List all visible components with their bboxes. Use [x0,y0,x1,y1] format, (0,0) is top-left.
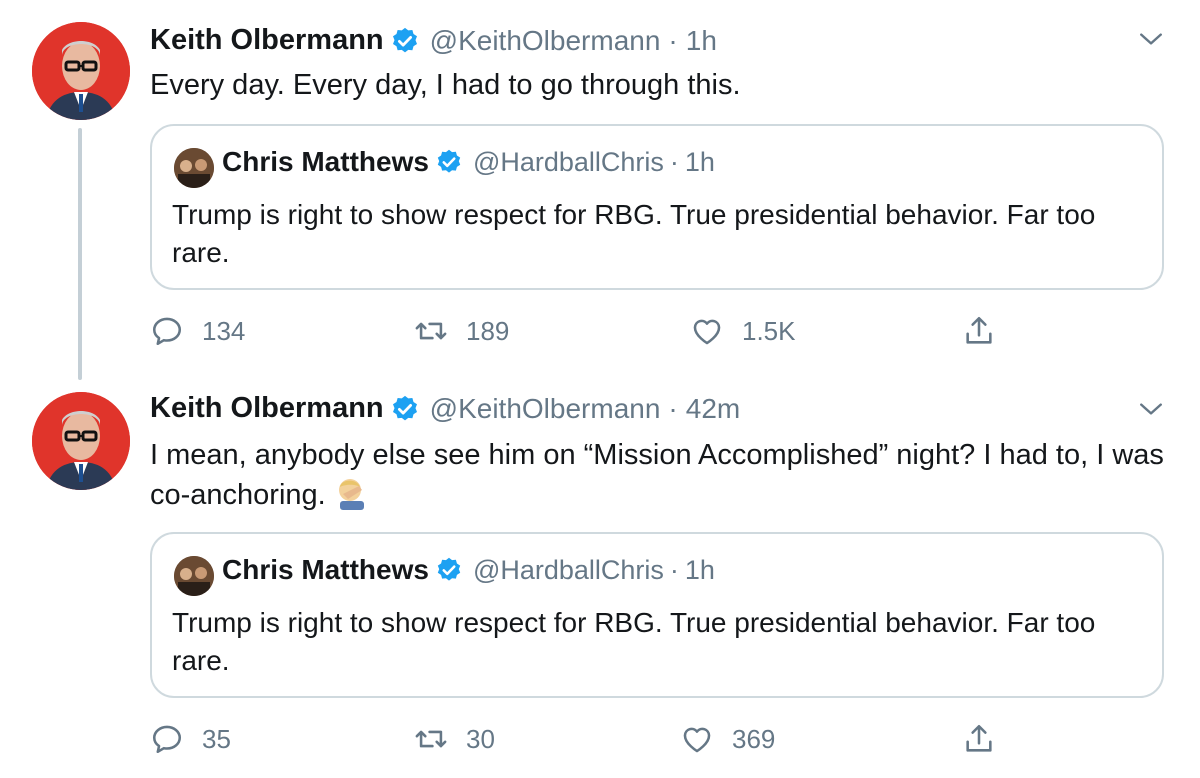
tweet-text: I mean, anybody else see him on “Mission… [150,439,1164,511]
like-count: 369 [732,723,776,754]
quoted-separator: · [669,146,679,177]
quoted-separator: · [669,554,679,585]
quoted-author-handle: @HardballChris [472,146,664,177]
chevron-down-icon[interactable] [1138,26,1164,52]
chevron-down-icon[interactable] [1138,396,1164,422]
tweet-timestamp[interactable]: 42m [686,393,740,425]
quoted-text: Trump is right to show respect for RBG. … [172,607,1096,676]
share-icon [966,724,992,752]
heart-icon [683,727,711,753]
author-handle[interactable]: @KeithOlbermann [430,25,661,57]
quoted-timestamp: 1h [684,146,715,177]
quoted-text: Trump is right to show respect for RBG. … [172,199,1096,268]
quoted-avatar [174,148,214,188]
quoted-author-name: Chris Matthews [222,554,429,585]
retweet-icon [415,730,447,748]
avatar[interactable] [32,392,130,490]
like-button[interactable]: 1.5K [690,314,796,348]
share-button[interactable] [962,314,996,348]
quoted-header: Chris Matthews @HardballChris · 1h [222,146,715,178]
author-name[interactable]: Keith Olbermann [150,24,384,57]
tweet-text-container: I mean, anybody else see him on “Mission… [150,436,1170,514]
retweet-count: 30 [466,723,495,754]
quoted-avatar [174,556,214,596]
reply-button[interactable]: 134 [150,314,245,348]
tweet-timestamp[interactable]: 1h [686,25,717,57]
reply-icon [152,317,182,346]
reply-icon [152,725,182,754]
verified-badge-icon [392,27,417,52]
quoted-timestamp: 1h [684,554,715,585]
tweet[interactable]: Keith Olbermann @KeithOlbermann · 42m I … [0,388,1200,778]
quoted-tweet[interactable]: Chris Matthews @HardballChris · 1h Trump… [150,124,1164,290]
author-handle[interactable]: @KeithOlbermann [430,393,661,425]
verified-badge-icon [437,149,461,173]
avatar[interactable] [32,22,130,120]
quoted-author-handle: @HardballChris [472,554,664,585]
reply-count: 35 [202,723,231,754]
quoted-tweet[interactable]: Chris Matthews @HardballChris · 1h Trump… [150,532,1164,698]
reply-count: 134 [202,315,246,346]
verified-badge-icon [437,557,461,581]
tweet-actions: 35 30 369 [150,722,1050,762]
retweet-button[interactable]: 30 [414,722,495,756]
verified-badge-icon [392,395,417,420]
tweet-header: Keith Olbermann @KeithOlbermann · 1h [150,24,717,57]
tweet[interactable]: Keith Olbermann @KeithOlbermann · 1h Eve… [0,0,1200,390]
share-icon [966,316,992,344]
like-button[interactable]: 369 [680,722,775,756]
tweet-text: Every day. Every day, I had to go throug… [150,69,741,101]
header-separator: · [668,24,678,56]
retweet-button[interactable]: 189 [414,314,509,348]
like-count: 1.5K [742,315,796,346]
face-palm-emoji [338,479,364,510]
header-separator: · [668,392,678,424]
share-button[interactable] [962,722,996,756]
author-name[interactable]: Keith Olbermann [150,392,384,425]
tweet-header: Keith Olbermann @KeithOlbermann · 42m [150,392,740,425]
retweet-count: 189 [466,315,510,346]
tweet-actions: 134 189 1.5K [150,314,1050,354]
retweet-icon [415,322,447,340]
quoted-author-name: Chris Matthews [222,146,429,177]
reply-button[interactable]: 35 [150,722,231,756]
quoted-header: Chris Matthews @HardballChris · 1h [222,554,715,586]
heart-icon [693,319,721,345]
